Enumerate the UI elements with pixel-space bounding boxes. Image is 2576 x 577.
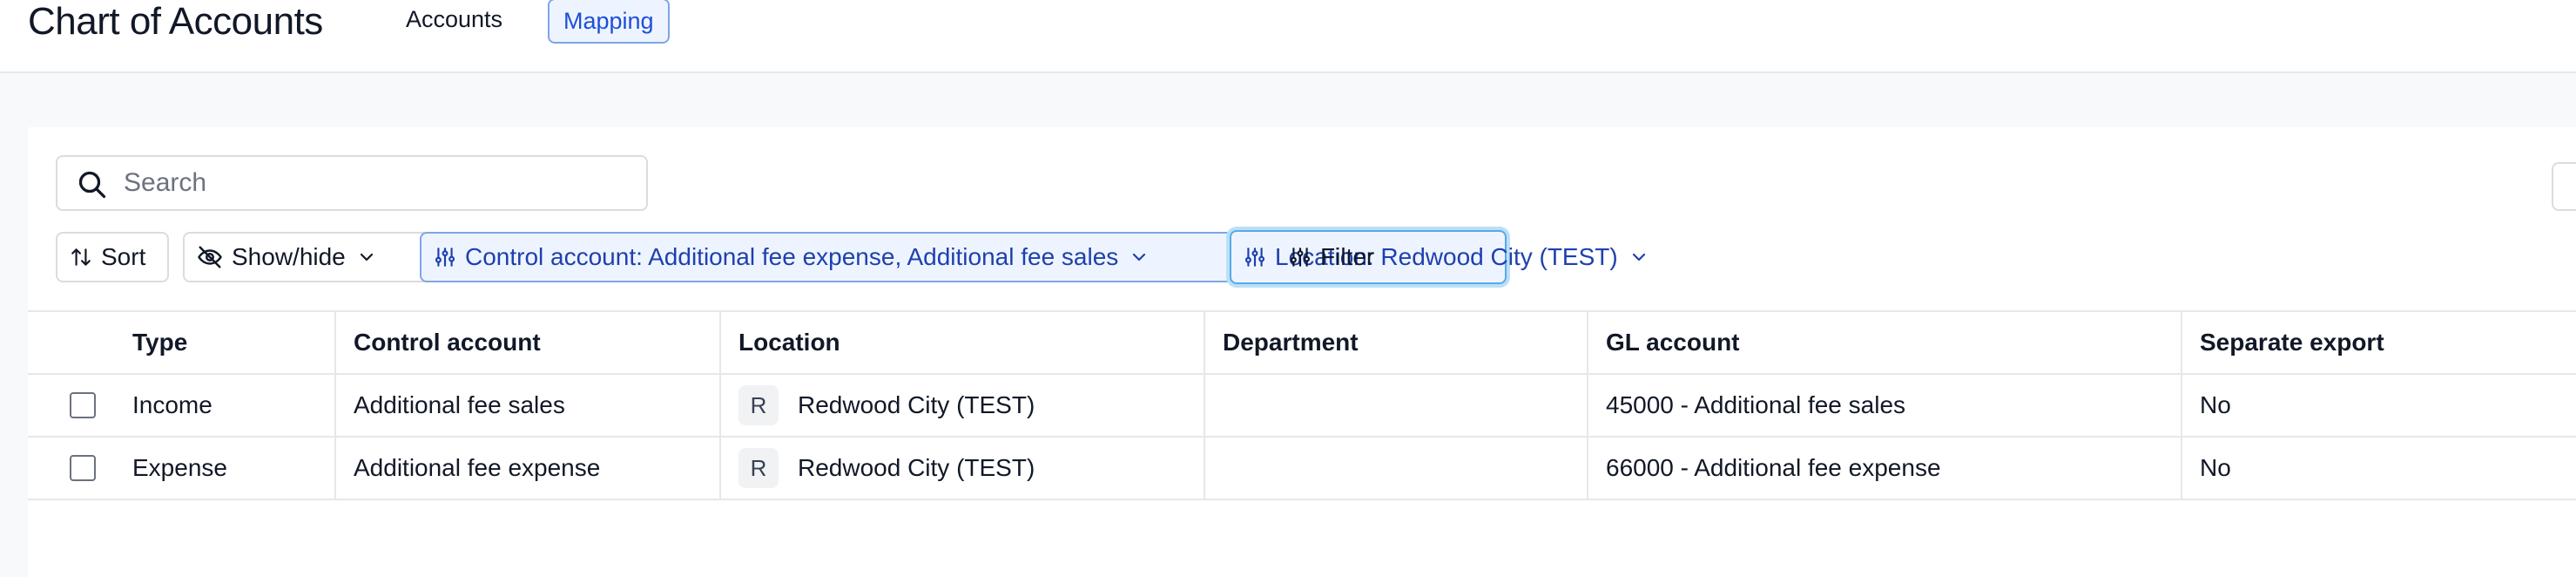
row-select-cell bbox=[28, 438, 115, 499]
row-checkbox[interactable] bbox=[70, 455, 96, 481]
location-avatar: R bbox=[738, 385, 779, 425]
sort-arrows-icon bbox=[71, 248, 91, 266]
control-account-cell: Additional fee expense bbox=[334, 438, 719, 499]
column-header-location[interactable]: Location bbox=[719, 312, 1204, 373]
control-account-filter-chip[interactable]: Control account: Additional fee expense,… bbox=[420, 232, 1245, 282]
search-box[interactable] bbox=[56, 155, 648, 211]
column-header-type[interactable]: Type bbox=[115, 312, 334, 373]
show-hide-button[interactable]: Show/hide bbox=[183, 232, 430, 282]
column-header-department[interactable]: Department bbox=[1204, 312, 1587, 373]
gl-account-cell: 45000 - Additional fee sales bbox=[1587, 375, 2181, 436]
column-header-control-account[interactable]: Control account bbox=[334, 312, 719, 373]
sliders-icon bbox=[1290, 248, 1311, 267]
control-account-cell: Additional fee sales bbox=[334, 375, 719, 436]
department-cell bbox=[1204, 438, 1587, 499]
separate-export-cell: No bbox=[2181, 375, 2576, 436]
separate-export-cell: No bbox=[2181, 438, 2576, 499]
search-icon bbox=[78, 171, 106, 199]
type-cell: Income bbox=[132, 391, 212, 418]
more-options-button[interactable] bbox=[2552, 162, 2576, 211]
location-name: Redwood City (TEST) bbox=[798, 391, 1035, 418]
location-avatar: R bbox=[738, 448, 779, 488]
table-header-row: Type Control account Location Department… bbox=[28, 312, 2576, 375]
eye-off-icon bbox=[198, 246, 222, 268]
page-title: Chart of Accounts bbox=[28, 0, 323, 43]
department-cell bbox=[1204, 375, 1587, 436]
header-select-cell bbox=[28, 312, 115, 373]
content-area: Sort Show/hide Control bbox=[0, 73, 2576, 577]
mapping-panel: Sort Show/hide Control bbox=[28, 127, 2576, 577]
sort-button[interactable]: Sort bbox=[56, 232, 169, 282]
table-row[interactable]: Income Additional fee sales R Redwood Ci… bbox=[28, 375, 2576, 438]
sliders-icon bbox=[435, 248, 455, 267]
table-row[interactable]: Expense Additional fee expense R Redwood… bbox=[28, 438, 2576, 500]
filter-label: Filter bbox=[1320, 243, 1375, 270]
location-cell: R Redwood City (TEST) bbox=[719, 375, 1204, 436]
search-input[interactable] bbox=[124, 166, 629, 200]
tab-mapping[interactable]: Mapping bbox=[548, 0, 670, 44]
type-cell: Expense bbox=[132, 454, 227, 481]
chevron-down-icon bbox=[1632, 253, 1645, 261]
chevron-down-icon bbox=[360, 253, 373, 261]
sort-label: Sort bbox=[101, 243, 146, 270]
add-filter-button[interactable]: Filter bbox=[1289, 232, 1374, 282]
control-account-filter-label: Control account: Additional fee expense,… bbox=[465, 243, 1119, 270]
location-name: Redwood City (TEST) bbox=[798, 454, 1035, 481]
column-header-separate-export[interactable]: Separate export bbox=[2181, 312, 2576, 373]
column-header-gl-account[interactable]: GL account bbox=[1587, 312, 2181, 373]
sliders-icon bbox=[1244, 248, 1265, 267]
app-root: Chart of Accounts Accounts Mapping Sort bbox=[0, 0, 2576, 577]
header-bar: Chart of Accounts Accounts Mapping bbox=[0, 0, 2576, 73]
row-select-cell bbox=[28, 375, 115, 436]
mapping-table: Type Control account Location Department… bbox=[28, 310, 2576, 500]
gl-account-cell: 66000 - Additional fee expense bbox=[1587, 438, 2181, 499]
location-cell: R Redwood City (TEST) bbox=[719, 438, 1204, 499]
row-checkbox[interactable] bbox=[70, 392, 96, 418]
show-hide-label: Show/hide bbox=[232, 243, 346, 270]
tab-accounts[interactable]: Accounts bbox=[392, 0, 516, 44]
chevron-down-icon bbox=[1133, 253, 1146, 261]
